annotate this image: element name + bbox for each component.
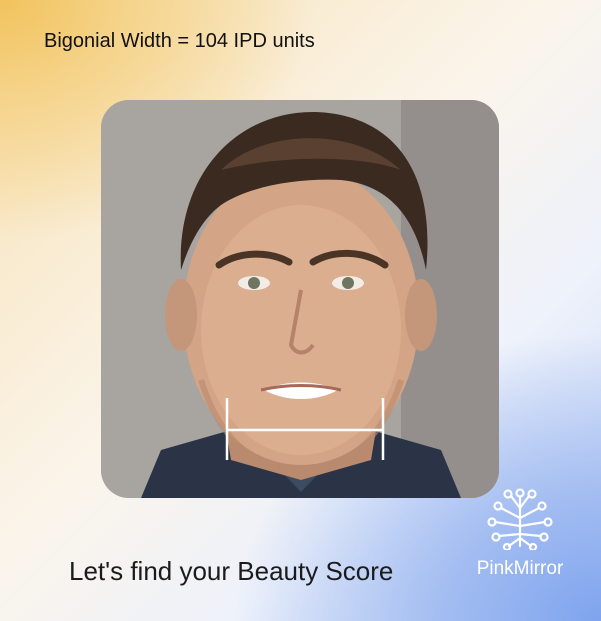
face-photo [101,100,499,498]
brand-name: PinkMirror [476,558,564,579]
circuit-tree-icon [487,488,553,550]
measurement-label: Bigonial Width = 104 IPD units [44,30,315,52]
brand-logo-group: PinkMirror [470,488,570,580]
tagline: Let's find your Beauty Score [69,556,394,586]
